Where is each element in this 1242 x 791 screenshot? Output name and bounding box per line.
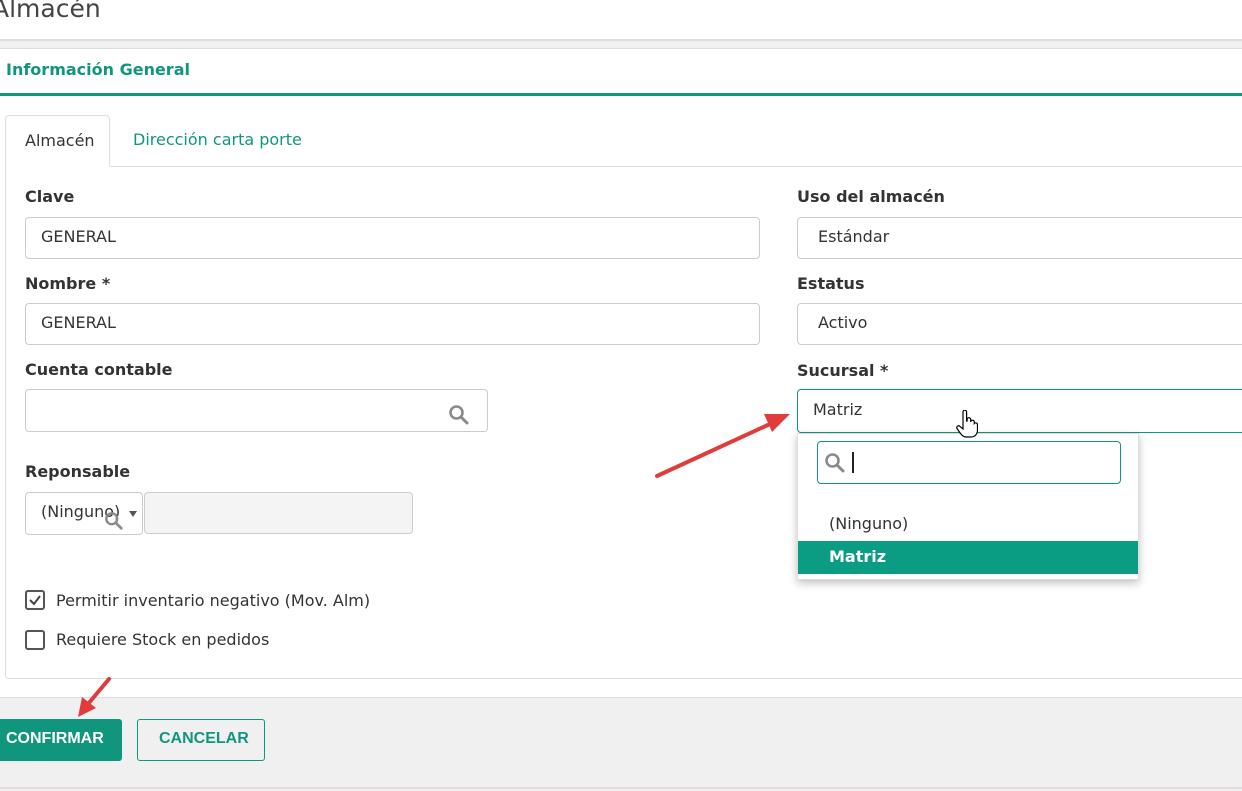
cancel-button[interactable]: CANCELAR (137, 719, 265, 761)
clave-input[interactable]: GENERAL (25, 217, 760, 259)
permitir-inventario-negativo-checkbox[interactable] (25, 590, 45, 610)
confirm-button[interactable]: CONFIRMAR (0, 719, 122, 761)
clave-value: GENERAL (41, 227, 116, 246)
nombre-value: GENERAL (41, 313, 116, 332)
page-header (0, 0, 1242, 39)
tab-almacen[interactable]: Almacén (5, 115, 110, 167)
text-caret (852, 452, 854, 473)
check-icon (28, 593, 42, 607)
sucursal-option-label: (Ninguno) (829, 514, 909, 533)
panel-header-underline (0, 93, 1242, 96)
header-divider (0, 39, 1242, 41)
requiere-stock-checkbox[interactable] (25, 630, 45, 650)
responsable-label: Reponsable (25, 462, 131, 481)
sucursal-search-input[interactable] (817, 441, 1121, 484)
panel-title[interactable]: Información General (6, 60, 190, 79)
page-title: Almacén (0, 0, 101, 23)
cuenta-contable-input[interactable] (25, 389, 488, 432)
sucursal-option-ninguno[interactable]: (Ninguno) (798, 508, 1138, 541)
estatus-value: Activo (818, 313, 868, 332)
search-icon (104, 511, 124, 531)
estatus-select[interactable]: Activo (797, 303, 1242, 345)
tab-bar-divider (5, 166, 1242, 167)
caret-down-icon[interactable] (129, 511, 137, 517)
uso-almacen-value: Estándar (818, 227, 890, 246)
cancel-button-label: CANCELAR (159, 730, 249, 747)
hand-pointer-icon (956, 410, 978, 438)
sucursal-option-matriz[interactable]: Matriz (798, 541, 1138, 574)
sucursal-label: Sucursal * (797, 361, 889, 380)
estatus-label: Estatus (797, 274, 865, 293)
nombre-label: Nombre * (25, 274, 111, 293)
uso-almacen-label: Uso del almacén (797, 187, 945, 206)
sucursal-value: Matriz (813, 400, 863, 419)
responsable-select[interactable]: (Ninguno) (25, 492, 143, 535)
uso-almacen-select[interactable]: Estándar (797, 217, 1242, 259)
sucursal-option-label: Matriz (829, 547, 887, 566)
search-icon[interactable] (448, 404, 470, 426)
requiere-stock-label[interactable]: Requiere Stock en pedidos (56, 630, 269, 649)
footer-divider (0, 787, 1242, 789)
search-icon (824, 452, 846, 474)
cuenta-contable-label: Cuenta contable (25, 360, 173, 379)
clave-label: Clave (25, 187, 75, 206)
tab-direccion-carta-porte[interactable]: Dirección carta porte (133, 130, 302, 149)
confirm-button-label: CONFIRMAR (6, 730, 104, 747)
tab-almacen-label: Almacén (25, 131, 95, 150)
permitir-inventario-negativo-label[interactable]: Permitir inventario negativo (Mov. Alm) (56, 591, 370, 610)
responsable-detail-field (144, 492, 413, 534)
nombre-input[interactable]: GENERAL (25, 303, 760, 345)
sucursal-select[interactable]: Matriz (797, 389, 1242, 433)
